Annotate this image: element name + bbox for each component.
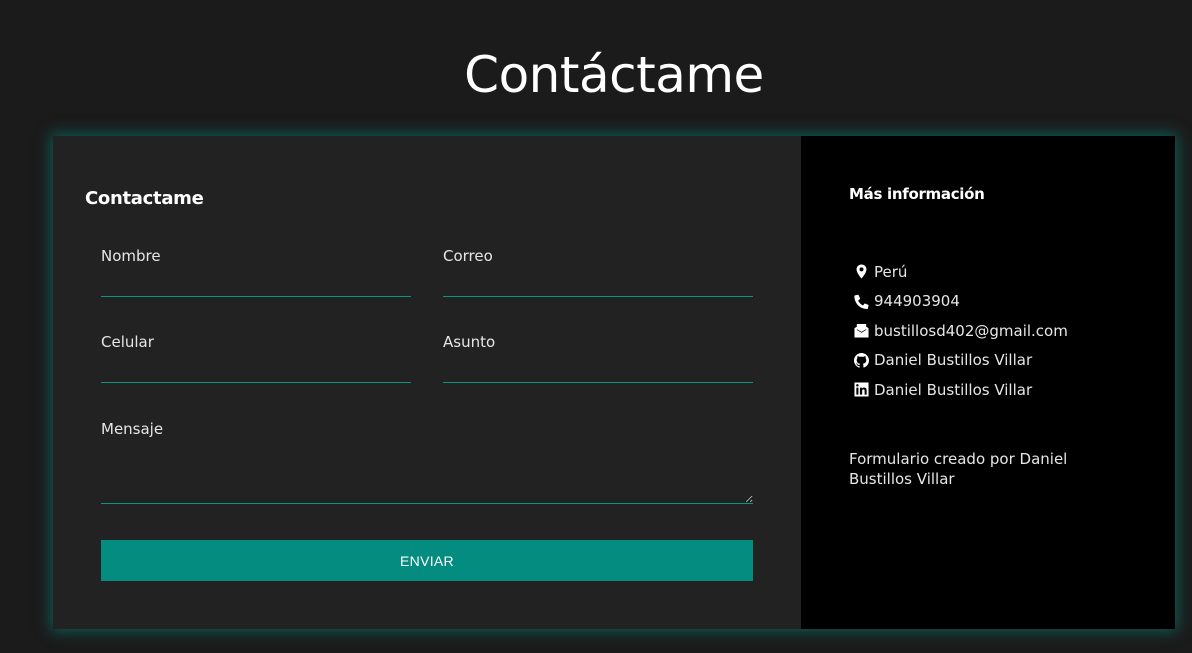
info-panel: Más información Perú 944903904 bustillos… <box>801 136 1175 629</box>
info-item-github[interactable]: Daniel Bustillos Villar <box>853 346 1068 376</box>
correo-input[interactable] <box>443 271 753 297</box>
nombre-input[interactable] <box>101 271 411 297</box>
celular-label: Celular <box>101 333 154 351</box>
mail-icon <box>853 323 869 339</box>
phone-icon <box>853 293 869 309</box>
info-heading: Más información <box>849 185 985 203</box>
linkedin-text[interactable]: Daniel Bustillos Villar <box>874 381 1032 399</box>
linkedin-icon <box>853 382 869 398</box>
info-item-phone: 944903904 <box>853 287 1068 317</box>
enviar-button[interactable]: ENVIAR <box>101 540 753 581</box>
contact-form: Contactame Nombre Correo Celular Asunto … <box>53 136 801 629</box>
location-text: Perú <box>874 262 908 281</box>
info-item-location: Perú <box>853 257 1068 287</box>
info-item-email: bustillosd402@gmail.com <box>853 316 1068 346</box>
celular-input[interactable] <box>101 357 411 383</box>
github-icon <box>853 352 869 368</box>
contact-card: Contactame Nombre Correo Celular Asunto … <box>53 136 1175 629</box>
correo-field: Correo <box>443 247 753 297</box>
correo-label: Correo <box>443 247 493 265</box>
email-text: bustillosd402@gmail.com <box>874 321 1068 340</box>
info-item-linkedin[interactable]: Daniel Bustillos Villar <box>853 375 1068 405</box>
celular-field: Celular <box>101 333 411 383</box>
asunto-label: Asunto <box>443 333 496 351</box>
location-pin-icon <box>853 264 869 280</box>
asunto-input[interactable] <box>443 357 753 383</box>
nombre-field: Nombre <box>101 247 411 297</box>
info-list: Perú 944903904 bustillosd402@gmail.com D… <box>853 257 1068 405</box>
mensaje-textarea[interactable] <box>101 446 753 504</box>
github-text[interactable]: Daniel Bustillos Villar <box>874 351 1032 369</box>
nombre-label: Nombre <box>101 247 161 265</box>
page-title: Contáctame <box>464 46 764 104</box>
asunto-field: Asunto <box>443 333 753 383</box>
form-heading: Contactame <box>85 188 204 209</box>
footer-credit: Formulario creado por Daniel Bustillos V… <box>849 450 1068 488</box>
phone-text: 944903904 <box>874 292 960 311</box>
mensaje-field: Mensaje <box>101 420 753 504</box>
mensaje-label: Mensaje <box>101 420 164 438</box>
